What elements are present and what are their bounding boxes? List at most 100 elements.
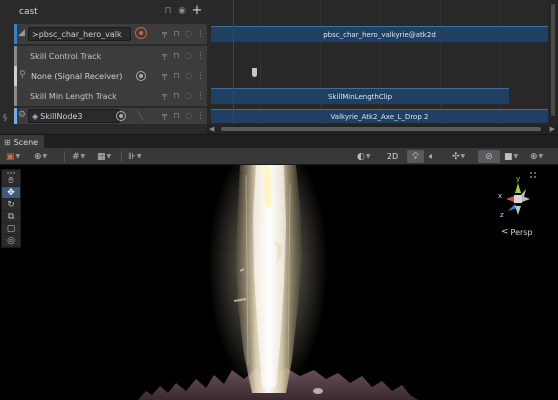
grid-line bbox=[500, 0, 501, 124]
rect-icon: ▢ bbox=[6, 223, 16, 234]
kebab-menu-icon[interactable]: ⋮ bbox=[196, 27, 205, 41]
lock-icon[interactable]: ⊓ bbox=[172, 27, 181, 41]
scale-tool[interactable]: ⧉ bbox=[2, 211, 20, 223]
track-skill-min-length[interactable]: Skill Min Length Track ╤ ⊓ ◌ ⋮ bbox=[14, 86, 207, 106]
scrollbar-thumb[interactable] bbox=[551, 4, 555, 116]
scrollbar-thumb[interactable] bbox=[221, 127, 541, 131]
projection-label: Persp bbox=[510, 227, 533, 237]
vertical-scrollbar[interactable] bbox=[548, 0, 558, 124]
effects-dropdown[interactable]: ✣ ▼ bbox=[452, 150, 465, 163]
move-tool[interactable]: ✥ bbox=[2, 187, 20, 199]
track-skill-control[interactable]: Skill Control Track ╤ ⊓ ◌ ⋮ bbox=[14, 46, 207, 66]
kebab-menu-icon[interactable]: ⋮ bbox=[196, 49, 205, 63]
hidden-objects-toggle[interactable]: ⊘ bbox=[478, 150, 500, 163]
track-binding-field[interactable]: ≻pbsc_char_hero_valk bbox=[28, 27, 131, 41]
pivot-dropdown[interactable]: ⊕ ▼ bbox=[34, 150, 47, 163]
perspective-icon: < bbox=[501, 227, 509, 237]
gizmo-neg-x-shape[interactable] bbox=[522, 196, 530, 202]
gizmo-center-cube[interactable] bbox=[514, 195, 522, 203]
scene-tabbar: ⊞ Scene bbox=[0, 134, 558, 149]
track-label: Skill Control Track bbox=[30, 51, 102, 61]
scale-icon: ⧉ bbox=[7, 211, 15, 222]
pin-icon[interactable]: ╤ bbox=[160, 69, 169, 83]
scroll-right-icon[interactable]: ▶ bbox=[550, 125, 555, 133]
audio-toggle[interactable]: 🔈︎ bbox=[429, 150, 434, 163]
kebab-menu-icon[interactable]: ⋮ bbox=[196, 89, 205, 103]
gizmo-grip[interactable] bbox=[530, 172, 536, 178]
track-animation[interactable]: ◢ ≻pbsc_char_hero_valk ╤ ⊓ ◌ ⋮ bbox=[14, 24, 207, 44]
rotate-tool[interactable]: ↻ bbox=[2, 199, 20, 211]
timeline-clip-animation[interactable]: pbsc_char_hero_valkyrie@atk2d bbox=[211, 26, 548, 42]
scroll-left-icon[interactable]: ◀ bbox=[209, 125, 214, 133]
mute-icon[interactable]: ◌ bbox=[184, 89, 193, 103]
visibility-eye-icon[interactable]: ◉ bbox=[177, 4, 187, 18]
mute-icon[interactable]: ◌ bbox=[184, 109, 193, 123]
align-dropdown[interactable]: ⊪ ▼ bbox=[128, 150, 141, 163]
grid-snap-dropdown[interactable]: # ▼ bbox=[72, 150, 85, 163]
lock-icon[interactable]: ⊓ bbox=[172, 109, 181, 123]
pin-icon[interactable]: ╤ bbox=[160, 109, 169, 123]
track-color-stripe bbox=[14, 86, 17, 106]
signal-marker[interactable] bbox=[252, 68, 257, 77]
track-skill-node[interactable]: ⚙ ◈ SkillNode3 ╲ ╤ ⊓ ◌ ⋮ bbox=[14, 108, 207, 124]
2d-toggle-button[interactable]: 2D bbox=[383, 150, 402, 163]
signal-receiver-field[interactable]: None (Signal Receiver) bbox=[28, 69, 136, 83]
track-group-header[interactable]: cast ⊓ ◉ + bbox=[0, 2, 207, 22]
increment-snap-dropdown[interactable]: ▦ ▼ bbox=[97, 150, 111, 163]
camera-icon: ■ bbox=[504, 151, 513, 162]
object-picker-icon[interactable] bbox=[136, 71, 146, 81]
scene-tools-palette: ✋︎ ✥ ↻ ⧉ ▢ ◎ bbox=[1, 169, 21, 248]
timeline-clip-min-length[interactable]: SkillMinLengthClip bbox=[211, 88, 509, 104]
skill-node-field[interactable]: ◈ SkillNode3 bbox=[28, 109, 120, 123]
pin-icon[interactable]: ╤ bbox=[160, 49, 169, 63]
lighting-toggle[interactable]: 💡︎ bbox=[407, 150, 424, 163]
snap-grid-icon: ▦ bbox=[97, 151, 106, 162]
gizmo-neg-y-shape[interactable] bbox=[515, 206, 521, 215]
mute-icon[interactable]: ◌ bbox=[184, 49, 193, 63]
timeline-clip-skill-node[interactable]: Valkyrie_Atk2_Axe_L_Drop 2 bbox=[211, 109, 548, 123]
draw-mode-dropdown[interactable]: ◐ ▼ bbox=[357, 150, 370, 163]
track-row-icons: ╤ ⊓ ◌ ⋮ bbox=[160, 27, 205, 41]
collapse-icon[interactable]: § bbox=[3, 113, 7, 122]
object-picker-icon[interactable] bbox=[116, 111, 126, 121]
camera-dropdown[interactable]: ■ ▼ bbox=[504, 150, 518, 163]
curve-icon[interactable]: ╲ bbox=[135, 109, 145, 123]
rect-tool[interactable]: ▢ bbox=[2, 223, 20, 235]
pin-icon[interactable]: ╤ bbox=[160, 89, 169, 103]
transform-tool[interactable]: ◎ bbox=[2, 235, 20, 247]
lock-icon[interactable]: ⊓ bbox=[172, 69, 181, 83]
pin-icon[interactable]: ╤ bbox=[160, 27, 169, 41]
track-color-stripe bbox=[14, 66, 17, 86]
track-row-icons: ╤ ⊓ ◌ ⋮ bbox=[160, 109, 205, 123]
mute-icon[interactable]: ◌ bbox=[184, 69, 193, 83]
transform-tool-dropdown[interactable]: ▣ ▼ bbox=[6, 150, 20, 163]
lock-icon[interactable]: ⊓ bbox=[172, 49, 181, 63]
gizmos-dropdown[interactable]: ⊕ ▼ bbox=[530, 150, 543, 163]
add-track-icon[interactable]: + bbox=[191, 4, 203, 18]
track-signal[interactable]: ⚲ None (Signal Receiver) ╤ ⊓ ◌ ⋮ bbox=[14, 66, 207, 86]
rotate-icon: ↻ bbox=[7, 199, 15, 210]
lock-icon[interactable]: ⊓ bbox=[172, 89, 181, 103]
kebab-menu-icon[interactable]: ⋮ bbox=[196, 109, 205, 123]
tab-scene[interactable]: ⊞ Scene bbox=[0, 135, 45, 149]
track-list: cast ⊓ ◉ + ◢ ≻pbsc_char_hero_valk ╤ ⊓ ◌ … bbox=[0, 0, 207, 134]
record-button[interactable] bbox=[135, 27, 147, 39]
signal-icon: ⚲ bbox=[19, 70, 26, 80]
gizmo-x-axis-shape[interactable] bbox=[506, 196, 514, 202]
mute-icon[interactable]: ◌ bbox=[184, 27, 193, 41]
gizmo-y-axis-shape[interactable] bbox=[515, 183, 521, 193]
lock-icon[interactable]: ⊓ bbox=[163, 4, 173, 18]
orientation-gizmo[interactable]: y x z bbox=[490, 171, 546, 227]
projection-toggle[interactable]: < Persp bbox=[501, 227, 533, 237]
scene-viewport[interactable]: ✋︎ ✥ ↻ ⧉ ▢ ◎ y x z < Persp bbox=[0, 165, 558, 400]
grid-line bbox=[440, 0, 441, 124]
toolbar-separator bbox=[64, 151, 65, 162]
horizontal-scrollbar[interactable]: ◀ ▶ bbox=[207, 124, 558, 134]
playhead-line[interactable] bbox=[233, 0, 234, 134]
hand-tool[interactable]: ✋︎ bbox=[2, 175, 20, 187]
align-icon: ⊪ bbox=[128, 151, 136, 162]
track-color-stripe bbox=[14, 46, 17, 66]
kebab-menu-icon[interactable]: ⋮ bbox=[196, 69, 205, 83]
track-group-title: cast bbox=[19, 7, 38, 17]
hand-icon: ✋︎ bbox=[8, 175, 14, 186]
